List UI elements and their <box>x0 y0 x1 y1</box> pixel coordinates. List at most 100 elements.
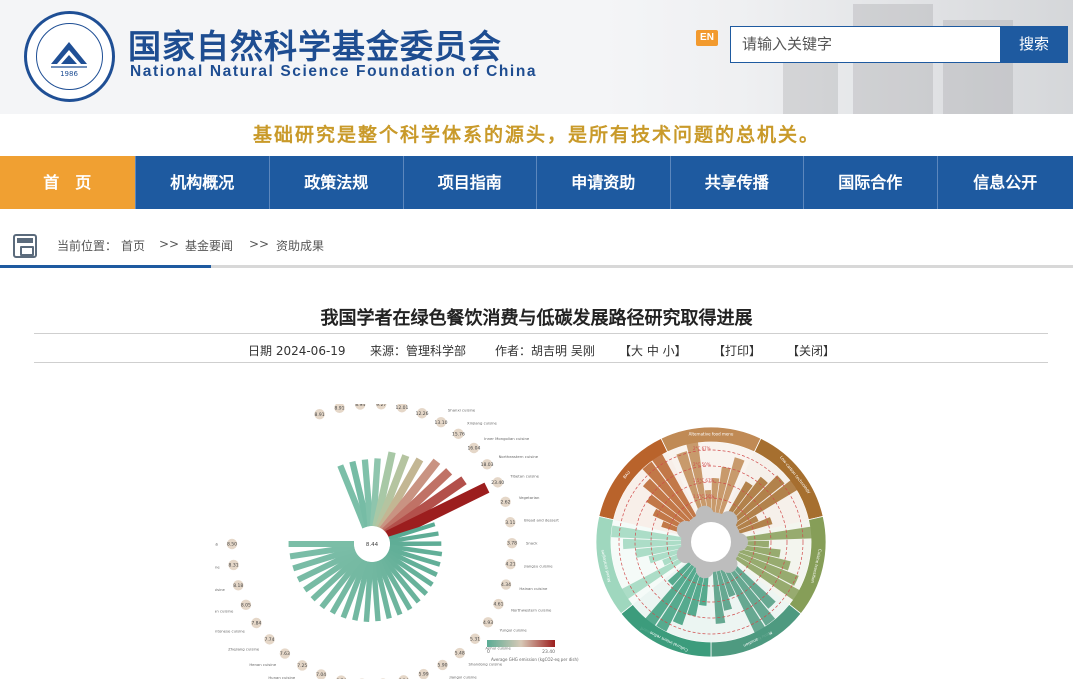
bar-value: 16.04 <box>467 446 480 452</box>
article-author: 作者：胡吉明 吴刚 <box>495 344 595 358</box>
bar-value: 12.26 <box>416 411 429 417</box>
bar-value: 5.99 <box>419 672 429 678</box>
bar-value: 12.01 <box>396 405 409 411</box>
nav-item-info[interactable]: 信息公开 <box>938 156 1073 209</box>
bar-label: Bread and dessert <box>524 518 559 523</box>
nav-item-guide[interactable]: 项目指南 <box>404 156 537 209</box>
bar-value: 7.63 <box>280 651 290 657</box>
bar-label: Northeastern cuisine <box>499 454 539 459</box>
bar-label: Jiangsu cuisine <box>523 564 553 569</box>
legend-max: 23.40 <box>542 649 555 655</box>
radial-bar-chart: 8.91Hot pot8.91Guangxi cuisine8.94Hebei … <box>215 404 559 679</box>
breadcrumb-separator: >> <box>159 237 180 251</box>
nav-item-home[interactable]: 首 页 <box>0 156 136 209</box>
ring-label: 1.5°C 50% <box>693 494 715 499</box>
legend-title: Average GHG emission (kgCO2-eq per dish) <box>491 657 579 662</box>
bar-label: Shanxi cuisine <box>448 408 476 413</box>
bar-value: 8.05 <box>241 602 251 608</box>
bar-value: 7.25 <box>297 663 307 669</box>
center-lobe <box>695 560 714 579</box>
search-button[interactable]: 搜索 <box>1000 26 1068 63</box>
bar-label: Hainan cuisine <box>519 586 548 591</box>
title-divider <box>34 333 1048 334</box>
bar-label: Inner Mongolian cuisine <box>484 436 530 441</box>
bar-value: 3.78 <box>507 541 517 547</box>
scenario-circular-chart: BAUAlternative food menuLow-carbon techn… <box>594 425 828 659</box>
bar-value: 9.27 <box>376 404 386 408</box>
bar-value: 8.18 <box>233 583 243 589</box>
bar-value: 4.21 <box>506 562 516 568</box>
bar-label: Northwestern cuisine <box>511 608 552 613</box>
ring-label: 2°C 67% <box>693 446 711 451</box>
bar-label: Cantonese cuisine <box>215 628 246 633</box>
slogan-banner: 基础研究是整个科学体系的源头，是所有技术问题的总机关。 <box>0 114 1073 156</box>
sector-label: Alternative food menu <box>689 431 734 436</box>
bar-value: 8.31 <box>229 563 239 569</box>
ring-label: 2°C 50% <box>693 462 711 467</box>
breadcrumb-prefix: 当前位置： <box>57 239 118 253</box>
meta-divider <box>34 362 1048 363</box>
breadcrumb-current: 资助成果 <box>276 239 325 253</box>
bar-label: Tibetan cuisine <box>509 474 539 479</box>
ring-label: 1.5°C 67% <box>693 478 715 483</box>
breadcrumb-divider-active <box>0 265 211 268</box>
bar-label: Zhejiang cuisine <box>228 646 260 651</box>
bar-label: Jiangxi cuisine <box>449 675 478 679</box>
center-hole <box>691 522 731 562</box>
logo-year: 1986 <box>60 70 78 78</box>
bar-value: 3.11 <box>505 520 515 526</box>
center-lobe <box>695 505 714 524</box>
language-toggle[interactable]: EN <box>696 30 718 46</box>
location-icon <box>13 234 37 258</box>
bar-value: 7.74 <box>264 637 274 643</box>
article-figure-image: 8.91Hot pot8.91Guangxi cuisine8.94Hebei … <box>215 404 828 679</box>
center-lobe <box>730 533 748 551</box>
breadcrumb-home[interactable]: 首页 <box>121 237 145 254</box>
bar-label: Xinjiang cuisine <box>467 420 498 425</box>
bar-value: 5.31 <box>470 636 480 642</box>
site-title-en: National Natural Science Foundation of C… <box>130 63 538 80</box>
bar-label: Kebab <box>215 542 219 547</box>
article-title: 我国学者在绿色餐饮消费与低碳发展路径研究取得进展 <box>320 308 753 329</box>
bar-value: 5.48 <box>455 651 465 657</box>
bar-value: 18.03 <box>481 462 494 468</box>
breadcrumb-news[interactable]: 基金要闻 <box>185 237 233 254</box>
nav-item-apply[interactable]: 申请资助 <box>537 156 671 209</box>
breadcrumb: 当前位置： 首页 >> 基金要闻 >> 资助成果 <box>0 224 1073 268</box>
bar-label: Hunan cuisine <box>268 675 296 679</box>
legend-min: 0 <box>487 649 490 655</box>
nav-item-policy[interactable]: 政策法规 <box>270 156 404 209</box>
article-source: 来源：管理科学部 <box>370 344 467 358</box>
bar-value: 4.34 <box>501 582 511 588</box>
search-input[interactable]: 请输入关键字 <box>730 26 1002 63</box>
bar-value: 5.90 <box>437 663 447 669</box>
main-nav: 首 页 机构概况 政策法规 项目指南 申请资助 共享传播 国际合作 信息公开 <box>0 156 1073 209</box>
bar-label: Vegetarian <box>519 495 540 500</box>
bar-label: Tianjin cuisine <box>215 587 226 592</box>
nav-item-about[interactable]: 机构概况 <box>136 156 270 209</box>
bar-value: 13.10 <box>435 420 448 426</box>
nav-item-international[interactable]: 国际合作 <box>804 156 938 209</box>
bar-label: Taiwanese cuisine <box>215 564 220 569</box>
bar-value: 8.91 <box>315 412 325 418</box>
print-link[interactable]: 【打印】 <box>713 342 761 359</box>
bar-value: 15.76 <box>452 431 465 437</box>
bar-value: 4.93 <box>483 620 493 626</box>
bar-value: 8.94 <box>355 404 365 408</box>
bar-label: Southeast Asian cuisine <box>215 608 234 613</box>
nsfc-logo[interactable]: 1986 <box>24 11 115 102</box>
article-date: 日期 2024-06-19 <box>248 344 346 358</box>
font-size-controls[interactable]: 【大 中 小】 <box>619 342 687 359</box>
bar-value: 8.91 <box>335 405 345 411</box>
site-header: 1986 国家自然科学基金委员会 National Natural Scienc… <box>0 0 1073 114</box>
nav-item-share[interactable]: 共享传播 <box>671 156 804 209</box>
bar-label: Henan cuisine <box>249 662 277 667</box>
close-link[interactable]: 【关闭】 <box>787 342 835 359</box>
bar-value: 23.40 <box>491 480 504 486</box>
radial-center-value: 8.44 <box>366 542 379 548</box>
legend-colorbar <box>487 640 555 647</box>
bar-value: 2.62 <box>500 499 510 505</box>
bar-value: 4.61 <box>493 602 503 608</box>
article-figure: 8.91Hot pot8.91Guangxi cuisine8.94Hebei … <box>215 404 875 679</box>
bar-label: Shandong cuisine <box>469 661 503 666</box>
